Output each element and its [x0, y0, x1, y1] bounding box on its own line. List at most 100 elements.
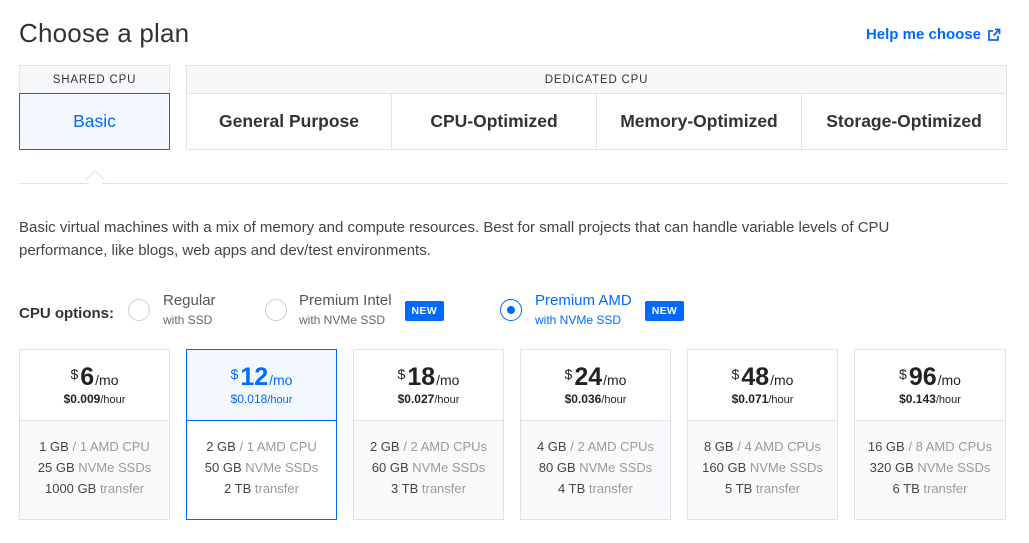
- dedicated-cpu-header: DEDICATED CPU: [186, 65, 1007, 93]
- tab-memory-optimized[interactable]: Memory-Optimized: [597, 93, 802, 150]
- memory-value: 2 GB: [369, 439, 400, 454]
- hourly-unit: /hour: [267, 394, 293, 406]
- transfer-unit: transfer: [923, 481, 968, 496]
- option-subtitle: with SSD: [163, 313, 213, 327]
- hourly-unit: /hour: [768, 394, 794, 406]
- hourly-price: $0.009: [63, 392, 101, 406]
- plan-card-96[interactable]: $96/mo $0.143/hour 16 GB / 8 AMD CPUs 32…: [854, 349, 1006, 520]
- cpu-option-premium-amd[interactable]: Premium AMD with NVMe SSD NEW: [500, 292, 685, 327]
- plan-card-24[interactable]: $24/mo $0.036/hour 4 GB / 2 AMD CPUs 80 …: [520, 349, 671, 520]
- tab-cpu-optimized[interactable]: CPU-Optimized: [392, 93, 597, 150]
- option-title: Premium Intel: [299, 292, 392, 309]
- plan-card-12[interactable]: $12/mo $0.018/hour 2 GB / 1 AMD CPU 50 G…: [186, 349, 337, 520]
- disk-unit: NVMe SSDs: [917, 460, 991, 475]
- transfer-unit: transfer: [99, 481, 145, 496]
- cpu-value: / 1 AMD CPU: [72, 439, 150, 454]
- cpu-option-premium-intel[interactable]: Premium Intel with NVMe SSD NEW: [265, 293, 444, 326]
- selected-tab-pointer: [85, 170, 105, 190]
- plan-card-6[interactable]: $6/mo $0.009/hour 1 GB / 1 AMD CPU 25 GB…: [19, 349, 170, 520]
- memory-value: 16 GB: [867, 439, 905, 454]
- transfer-value: 1000 GB: [44, 481, 97, 496]
- monthly-price: 48: [741, 363, 770, 391]
- disk-unit: NVMe SSDs: [245, 460, 319, 475]
- tab-storage-optimized[interactable]: Storage-Optimized: [802, 93, 1007, 150]
- page-title: Choose a plan: [19, 18, 190, 48]
- plan-card-18[interactable]: $18/mo $0.027/hour 2 GB / 2 AMD CPUs 60 …: [353, 349, 504, 520]
- price-period: /mo: [770, 372, 794, 388]
- section-divider: [19, 183, 1007, 184]
- option-title: Premium AMD: [535, 292, 632, 309]
- price-period: /mo: [95, 372, 119, 388]
- disk-unit: NVMe SSDs: [412, 460, 486, 475]
- disk-value: 25 GB: [37, 460, 75, 475]
- disk-value: 50 GB: [204, 460, 242, 475]
- new-badge: NEW: [404, 301, 444, 321]
- monthly-price: 12: [240, 363, 269, 391]
- disk-value: 160 GB: [702, 460, 747, 475]
- currency-symbol: $: [731, 366, 740, 382]
- help-me-choose-link[interactable]: Help me choose: [866, 26, 1001, 43]
- cpu-options-label: CPU options:: [19, 305, 114, 322]
- hourly-unit: /hour: [935, 394, 961, 406]
- hourly-unit: /hour: [434, 394, 460, 406]
- external-link-icon: [988, 28, 1001, 41]
- disk-unit: NVMe SSDs: [749, 460, 823, 475]
- disk-unit: NVMe SSDs: [579, 460, 653, 475]
- monthly-price: 18: [407, 363, 436, 391]
- transfer-unit: transfer: [254, 481, 299, 496]
- cpu-value: / 1 AMD CPU: [239, 439, 317, 454]
- plan-card-48[interactable]: $48/mo $0.071/hour 8 GB / 4 AMD CPUs 160…: [687, 349, 838, 520]
- new-badge: NEW: [644, 301, 685, 321]
- transfer-value: 2 TB: [224, 481, 252, 496]
- transfer-unit: transfer: [588, 481, 633, 496]
- price-period: /mo: [436, 372, 460, 388]
- price-period: /mo: [269, 372, 293, 388]
- price-period: /mo: [603, 372, 627, 388]
- disk-value: 60 GB: [371, 460, 409, 475]
- transfer-value: 6 TB: [892, 481, 920, 496]
- cpu-value: / 4 AMD CPUs: [737, 439, 822, 454]
- disk-value: 80 GB: [538, 460, 576, 475]
- radio-premium-amd[interactable]: [500, 298, 522, 321]
- memory-value: 8 GB: [703, 439, 734, 454]
- cpu-option-regular[interactable]: Regular with SSD: [128, 293, 216, 326]
- transfer-value: 3 TB: [391, 481, 419, 496]
- currency-symbol: $: [564, 366, 573, 382]
- radio-dot: [507, 305, 515, 314]
- option-title: Regular: [163, 292, 216, 309]
- memory-value: 2 GB: [206, 439, 236, 454]
- currency-symbol: $: [899, 366, 907, 382]
- hourly-price: $0.018: [230, 392, 268, 406]
- transfer-value: 5 TB: [725, 481, 753, 496]
- price-period: /mo: [937, 372, 961, 388]
- disk-unit: NVMe SSDs: [78, 460, 152, 475]
- hourly-unit: /hour: [601, 394, 627, 406]
- option-subtitle: with NVMe SSD: [535, 313, 622, 327]
- transfer-value: 4 TB: [558, 481, 586, 496]
- transfer-unit: transfer: [421, 481, 466, 496]
- hourly-price: $0.071: [731, 392, 769, 406]
- disk-value: 320 GB: [869, 460, 914, 475]
- option-subtitle: with NVMe SSD: [299, 313, 386, 327]
- hourly-price: $0.143: [899, 392, 936, 406]
- memory-value: 4 GB: [536, 439, 567, 454]
- transfer-unit: transfer: [755, 481, 800, 496]
- currency-symbol: $: [230, 366, 239, 382]
- hourly-price: $0.036: [564, 392, 602, 406]
- cpu-value: / 8 AMD CPUs: [908, 439, 993, 454]
- monthly-price: 24: [574, 363, 603, 391]
- monthly-price: 6: [80, 363, 95, 391]
- currency-symbol: $: [397, 366, 406, 382]
- shared-cpu-header: SHARED CPU: [19, 65, 170, 93]
- tab-general-purpose[interactable]: General Purpose: [186, 93, 392, 150]
- hourly-unit: /hour: [100, 394, 126, 406]
- monthly-price: 96: [908, 363, 937, 391]
- help-link-label: Help me choose: [865, 26, 981, 43]
- tab-basic[interactable]: Basic: [19, 93, 170, 150]
- cpu-value: / 2 AMD CPUs: [570, 439, 655, 454]
- plan-description: Basic virtual machines with a mix of mem…: [19, 219, 890, 259]
- radio-regular[interactable]: [128, 298, 150, 321]
- hourly-price: $0.027: [397, 392, 435, 406]
- memory-value: 1 GB: [39, 439, 69, 454]
- radio-premium-intel[interactable]: [265, 298, 287, 321]
